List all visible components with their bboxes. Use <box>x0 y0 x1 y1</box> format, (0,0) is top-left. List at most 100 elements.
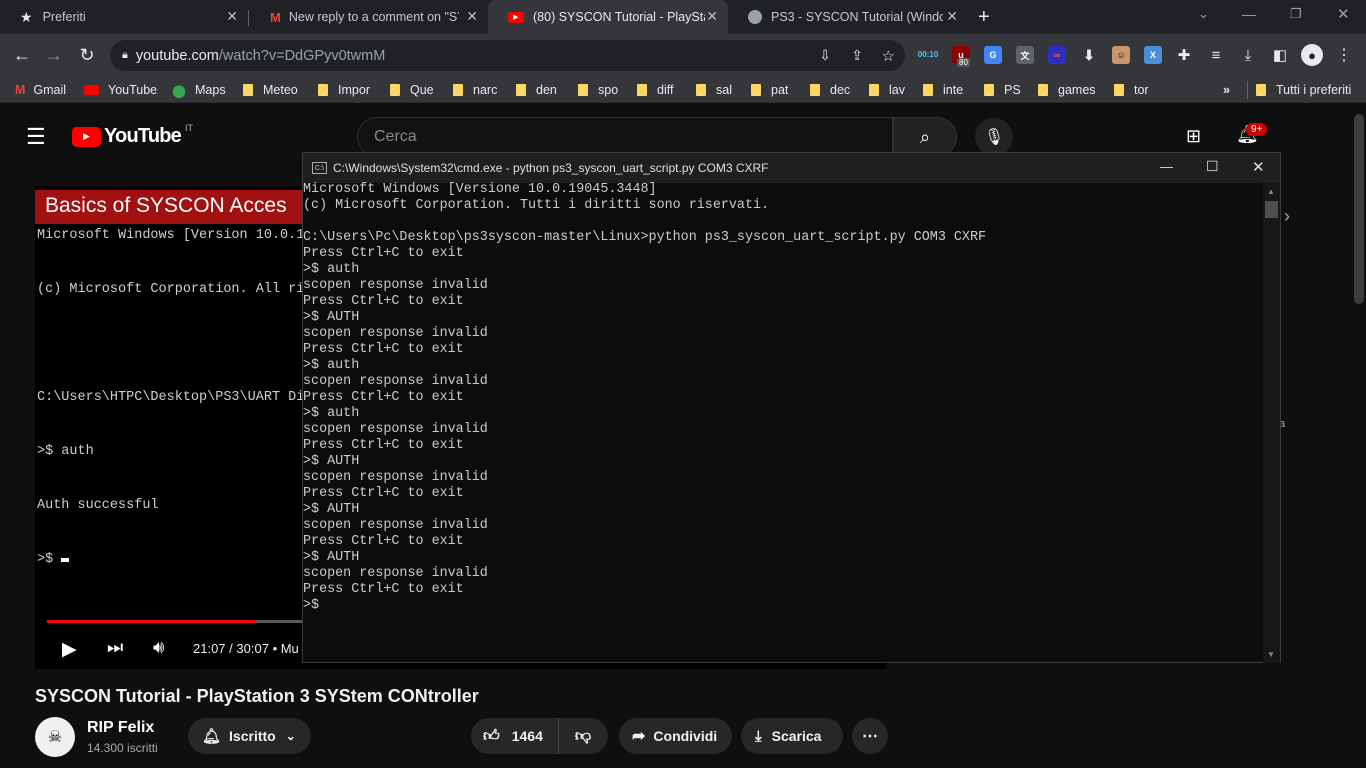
share-button[interactable]: ➦ Condividi <box>619 718 732 754</box>
close-tab-icon[interactable]: ✕ <box>946 8 958 25</box>
bookmark-folder[interactable]: inte <box>923 81 963 99</box>
bookmark-star-icon[interactable]: ☆ <box>882 47 895 65</box>
close-tab-icon[interactable]: ✕ <box>706 8 718 25</box>
extensions-puzzle-icon[interactable]: ✚ <box>1173 44 1195 66</box>
folder-icon <box>453 84 463 96</box>
tab-youtube-active[interactable]: ▶ (80) SYSCON Tutorial - PlayStatio ✕ <box>488 0 728 34</box>
hamburger-menu-icon[interactable]: ☰ <box>26 124 46 150</box>
side-panel-icon[interactable]: ◧ <box>1269 44 1291 66</box>
cmd-title-bar[interactable]: C:\ C:\Windows\System32\cmd.exe - python… <box>303 153 1280 183</box>
language-extension-icon[interactable]: 文 <box>1016 46 1034 64</box>
cmd-close-icon[interactable]: ✕ <box>1252 158 1265 176</box>
play-button[interactable]: ▶ <box>62 638 77 661</box>
next-video-button[interactable]: ⏭︎ <box>107 637 123 658</box>
scroll-up-arrow-icon[interactable]: ▲ <box>1267 187 1275 196</box>
dislike-button[interactable]: 👎︎ <box>559 718 607 754</box>
search-input[interactable]: Cerca <box>357 117 893 157</box>
video-overlay-title: Basics of SYSCON Acces <box>45 194 287 217</box>
voice-search-button[interactable]: 🎙︎ <box>975 118 1013 156</box>
video-terminal-line: >$ auth <box>37 444 94 459</box>
profile-avatar-icon[interactable]: ● <box>1301 44 1323 66</box>
download-extension-icon[interactable]: ⬇ <box>1080 46 1098 64</box>
cmd-maximize-icon[interactable]: ☐ <box>1206 158 1219 175</box>
tab-preferiti[interactable]: ★ Preferiti ✕ <box>0 0 248 34</box>
minimize-icon[interactable]: — <box>1242 6 1256 22</box>
time-display: 21:07 / 30:07 • Mu <box>193 641 299 656</box>
forward-arrow-icon[interactable]: → <box>43 44 65 66</box>
bookmark-folder[interactable]: spo <box>578 81 618 99</box>
progress-bar-track[interactable] <box>47 620 302 623</box>
x-extension-icon[interactable]: X <box>1144 46 1162 64</box>
close-tab-icon[interactable]: ✕ <box>466 8 478 25</box>
kebab-menu-icon[interactable]: ⋮ <box>1333 44 1355 66</box>
restore-icon[interactable]: ❐ <box>1290 6 1302 22</box>
tab-ps3-devwiki[interactable]: PS3 - SYSCON Tutorial (Window ✕ <box>728 0 968 34</box>
downloads-icon[interactable]: ⤓ <box>1237 44 1259 66</box>
chevron-right-icon[interactable]: › <box>1284 206 1290 227</box>
bookmark-folder[interactable]: narc <box>453 81 497 99</box>
bookmark-label: dec <box>830 83 851 97</box>
bookmarks-overflow-button[interactable]: » <box>1223 81 1230 99</box>
bookmark-folder[interactable]: lav <box>869 81 905 99</box>
cmd-scrollbar[interactable]: ▲ ▼ <box>1263 183 1280 663</box>
bookmark-folder[interactable]: PS <box>984 81 1021 99</box>
like-button[interactable]: 👍︎ 1464 <box>471 718 559 754</box>
bookmark-folder[interactable]: Que <box>390 81 434 99</box>
tab-title: Preferiti <box>42 10 86 24</box>
bookmark-youtube[interactable]: YouTube <box>84 81 157 99</box>
bookmark-folder[interactable]: pat <box>751 81 788 99</box>
address-bar[interactable]: 🔒︎ youtube.com/watch?v=DdGPyv0twmM ⇩ ⇪ ☆ <box>110 40 905 71</box>
bookmark-label: YouTube <box>108 83 158 97</box>
close-tab-icon[interactable]: ✕ <box>226 8 238 25</box>
cmd-output[interactable]: Microsoft Windows [Versione 10.0.19045.3… <box>303 182 1263 614</box>
tab-search-chevron-icon[interactable]: ⌄ <box>1198 6 1209 22</box>
bookmark-folder[interactable]: sal <box>696 81 732 99</box>
cmd-line: Press Ctrl+C to exit <box>303 582 464 597</box>
bookmark-folder[interactable]: games <box>1038 81 1096 99</box>
channel-name[interactable]: RIP Felix <box>87 719 154 737</box>
bookmark-label: Gmail <box>33 83 67 97</box>
cmd-minimize-icon[interactable]: — <box>1160 159 1173 174</box>
avatar-extension-icon[interactable]: ☺ <box>1112 46 1130 64</box>
translate-extension-icon[interactable]: G <box>984 46 1002 64</box>
timer-extension-icon[interactable]: 00:10 <box>918 46 938 64</box>
create-video-icon[interactable]: ⊞ <box>1186 126 1201 147</box>
bookmark-folder[interactable]: dec <box>810 81 850 99</box>
channel-avatar[interactable]: ☠︎ <box>35 717 75 757</box>
folder-icon <box>243 84 253 96</box>
youtube-logo[interactable]: ▶ YouTube IT <box>72 122 193 148</box>
cmd-window[interactable]: C:\ C:\Windows\System32\cmd.exe - python… <box>302 152 1281 663</box>
subscribed-button[interactable]: 🔔︎ Iscritto ⌄ <box>188 718 311 754</box>
search-button[interactable]: ⌕ <box>893 117 957 157</box>
back-arrow-icon[interactable]: ← <box>11 44 33 66</box>
bookmark-folder[interactable]: diff <box>637 81 673 99</box>
page-scrollbar[interactable] <box>1354 114 1364 304</box>
bookmark-label: Maps <box>195 83 226 97</box>
bookmark-gmail[interactable]: M Gmail <box>15 81 66 99</box>
download-button[interactable]: ⤓ Scarica <box>741 718 843 754</box>
cmd-line: >$ <box>303 598 320 613</box>
folder-icon <box>751 84 761 96</box>
bookmark-folder[interactable]: Impor <box>318 81 370 99</box>
close-window-icon[interactable]: ✕ <box>1337 5 1350 23</box>
install-app-icon[interactable]: ⇩ <box>819 47 831 64</box>
subscriber-count: 14.300 iscritti <box>87 741 158 755</box>
country-code: IT <box>184 122 193 133</box>
media-control-icon[interactable]: ≡ <box>1205 44 1227 66</box>
link-extension-icon[interactable]: ∞ <box>1048 46 1066 64</box>
bookmark-folder[interactable]: den <box>516 81 557 99</box>
volume-button[interactable]: 🔊︎ <box>153 637 164 658</box>
new-tab-button[interactable]: + <box>978 6 990 29</box>
bookmark-folder[interactable]: Meteo <box>243 81 298 99</box>
all-bookmarks-folder[interactable]: Tutti i preferiti <box>1247 81 1351 99</box>
tab-gmail[interactable]: M New reply to a comment on "SY ✕ <box>250 0 488 34</box>
reload-icon[interactable]: ↻ <box>76 44 98 66</box>
search-icon: ⌕ <box>919 126 931 147</box>
scroll-down-arrow-icon[interactable]: ▼ <box>1267 650 1275 659</box>
bookmark-maps[interactable]: ⬤ Maps <box>172 81 226 99</box>
more-actions-button[interactable]: ⋯ <box>852 718 888 754</box>
cmd-scroll-thumb[interactable] <box>1265 201 1278 218</box>
bookmark-label: den <box>536 83 557 97</box>
bookmark-folder[interactable]: tor <box>1114 81 1149 99</box>
share-icon[interactable]: ⇪ <box>851 47 863 64</box>
